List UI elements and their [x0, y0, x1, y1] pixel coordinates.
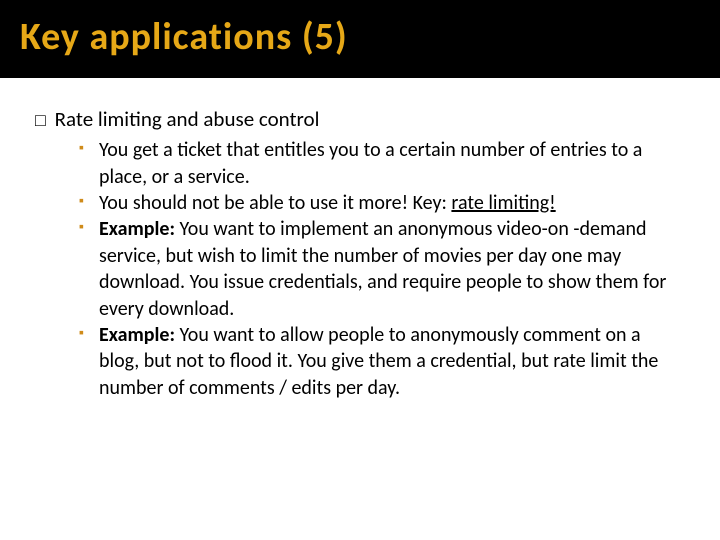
bullet-label: Example:: [99, 323, 175, 347]
bullet-text: You should not be able to use it more! K…: [99, 191, 451, 215]
square-bullet-icon: □: [35, 109, 46, 132]
underlined-text: rate limiting!: [451, 191, 555, 215]
bullet-label: Example:: [99, 217, 175, 241]
sub-bullet-list: You get a ticket that entitles you to a …: [35, 137, 670, 401]
list-item: Example: You want to implement an anonym…: [79, 216, 670, 322]
slide: Key applications (5) □ Rate limiting and…: [0, 0, 720, 540]
slide-content: □ Rate limiting and abuse control You ge…: [0, 78, 720, 401]
bullet-text: You get a ticket that entitles you to a …: [99, 138, 642, 188]
bullet-text: You want to allow people to anonymously …: [99, 323, 658, 400]
list-item: You get a ticket that entitles you to a …: [79, 137, 670, 190]
list-item: You should not be able to use it more! K…: [79, 190, 670, 216]
bullet-text: You want to implement an anonymous video…: [99, 217, 666, 320]
slide-title: Key applications (5): [20, 14, 700, 60]
top-bullet: □ Rate limiting and abuse control: [35, 106, 670, 133]
title-bar: Key applications (5): [0, 0, 720, 78]
list-item: Example: You want to allow people to ano…: [79, 322, 670, 401]
top-bullet-text: Rate limiting and abuse control: [55, 106, 320, 132]
